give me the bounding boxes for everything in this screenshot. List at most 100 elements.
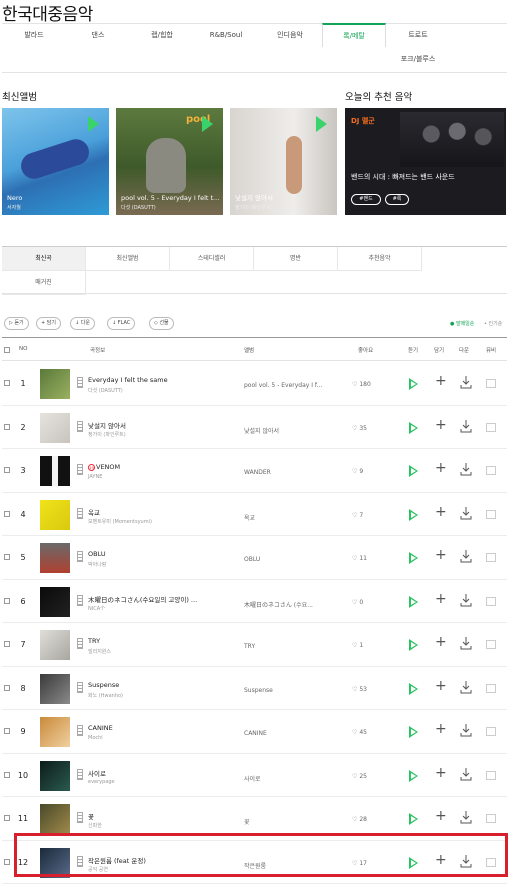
song-title[interactable]: 19VENOM	[88, 463, 120, 471]
album-card[interactable]: 낯설지 않아서 정가이 (파인루트)	[230, 108, 337, 215]
artist-name[interactable]: everypage	[88, 779, 115, 785]
song-info-icon[interactable]	[77, 464, 83, 475]
song-title[interactable]: 꽃	[88, 811, 94, 821]
row-checkbox[interactable]	[4, 728, 10, 734]
play-icon[interactable]	[409, 813, 418, 825]
flac-button[interactable]: ↓ FLAC	[107, 317, 135, 330]
gift-button[interactable]: ◇ 선물	[149, 317, 174, 330]
tag-band[interactable]: #밴드	[351, 194, 381, 205]
genre-tab-hiphop[interactable]: 랩/힙합	[130, 24, 194, 48]
mv-icon[interactable]	[486, 727, 496, 736]
album-card[interactable]: Nero 서자월	[2, 108, 109, 215]
like-button[interactable]: ♡ 9	[352, 468, 363, 475]
tab-latest-albums[interactable]: 최신앨범	[86, 247, 170, 271]
row-checkbox[interactable]	[4, 685, 10, 691]
play-icon[interactable]	[409, 683, 418, 695]
table-row[interactable]: 1Everyday I felt the same다섯 (DASUTT)pool…	[2, 362, 507, 406]
mv-icon[interactable]	[486, 510, 496, 519]
sort-by-popularity[interactable]: • 인기순	[484, 320, 502, 327]
recommend-card[interactable]: DJ 멜군 밴드의 시대 : 빠져드는 밴드 사운드 #밴드 #록	[345, 108, 506, 215]
add-icon[interactable]: +	[435, 505, 447, 519]
song-info-icon[interactable]	[77, 769, 83, 780]
song-title[interactable]: 木曜日のネコさん(수요일의 고양이) ...	[88, 594, 197, 604]
mv-icon[interactable]	[486, 423, 496, 432]
album-cover[interactable]	[40, 717, 70, 747]
tab-recommended[interactable]: 추천음악	[338, 247, 422, 271]
table-row[interactable]: 8Suspense화노 (Hwanho)Suspense♡ 53+	[2, 667, 507, 711]
tag-rock[interactable]: #록	[385, 194, 409, 205]
artist-name[interactable]: 모멘트유미 (Momentsyumi)	[88, 518, 152, 525]
download-icon[interactable]	[460, 767, 472, 781]
play-icon[interactable]	[409, 422, 418, 434]
download-icon[interactable]	[460, 549, 472, 563]
genre-tab-rnb[interactable]: R&B/Soul	[194, 24, 258, 48]
artist-name[interactable]: Mochi	[88, 735, 103, 741]
tab-latest-songs[interactable]: 최신곡	[2, 247, 86, 271]
table-row[interactable]: 5OBLU박아나랑OBLU♡ 11+	[2, 536, 507, 580]
download-icon[interactable]	[460, 593, 472, 607]
song-title[interactable]: CANINE	[88, 724, 113, 732]
mv-icon[interactable]	[486, 553, 496, 562]
song-info-icon[interactable]	[77, 377, 83, 388]
mv-icon[interactable]	[486, 466, 496, 475]
artist-name[interactable]: 박아나랑	[88, 561, 106, 568]
row-checkbox[interactable]	[4, 772, 10, 778]
song-info-icon[interactable]	[77, 508, 83, 519]
add-icon[interactable]: +	[435, 809, 447, 823]
artist-name[interactable]: 정가이 (파인루트)	[88, 431, 126, 438]
artist-name[interactable]: 화노 (Hwanho)	[88, 692, 123, 699]
table-row[interactable]: 10사이로everypage사이로♡ 25+	[2, 754, 507, 798]
table-row[interactable]: 7TRY빌리지원스TRY♡ 1+	[2, 623, 507, 667]
like-button[interactable]: ♡ 53	[352, 686, 367, 693]
row-checkbox[interactable]	[4, 815, 10, 821]
download-icon[interactable]	[460, 462, 472, 476]
album-cover[interactable]	[40, 500, 70, 530]
like-button[interactable]: ♡ 1	[352, 642, 363, 649]
row-checkbox[interactable]	[4, 859, 10, 865]
genre-tab-rock[interactable]: 록/메탈	[322, 23, 386, 47]
artist-name[interactable]: JAYNE	[88, 474, 102, 480]
download-icon[interactable]	[460, 810, 472, 824]
add-icon[interactable]: +	[435, 766, 447, 780]
mv-icon[interactable]	[486, 684, 496, 693]
song-info-icon[interactable]	[77, 812, 83, 823]
row-checkbox[interactable]	[4, 598, 10, 604]
song-title[interactable]: Suspense	[88, 681, 119, 689]
download-icon[interactable]	[460, 636, 472, 650]
sort-by-release[interactable]: ● 발매일순	[450, 320, 474, 327]
add-icon[interactable]: +	[435, 722, 447, 736]
play-icon[interactable]	[409, 378, 418, 390]
mv-icon[interactable]	[486, 597, 496, 606]
row-checkbox[interactable]	[4, 424, 10, 430]
add-icon[interactable]: +	[435, 548, 447, 562]
genre-tab-indie[interactable]: 인디음악	[258, 24, 322, 48]
artist-name[interactable]: 신파한	[88, 822, 102, 829]
row-checkbox[interactable]	[4, 554, 10, 560]
add-icon[interactable]: +	[435, 418, 447, 432]
play-icon[interactable]	[409, 509, 418, 521]
table-row[interactable]: 9CANINEMochiCANINE♡ 45+	[2, 710, 507, 754]
like-button[interactable]: ♡ 35	[352, 425, 367, 432]
add-button[interactable]: + 담기	[36, 317, 61, 330]
genre-tab-folk[interactable]: 포크/블루스	[386, 48, 450, 72]
album-cover[interactable]	[40, 456, 70, 486]
like-button[interactable]: ♡ 28	[352, 816, 367, 823]
mv-icon[interactable]	[486, 771, 496, 780]
song-title[interactable]: 낯설지 않아서	[88, 420, 126, 430]
download-icon[interactable]	[460, 375, 472, 389]
album-cover[interactable]	[40, 674, 70, 704]
album-name[interactable]: 낯설지 않아서	[244, 426, 279, 435]
song-title[interactable]: 옥교	[88, 507, 100, 517]
album-cover[interactable]	[40, 804, 70, 834]
play-icon[interactable]	[409, 465, 418, 477]
mv-icon[interactable]	[486, 640, 496, 649]
album-name[interactable]: 사이로	[244, 774, 261, 783]
album-name[interactable]: TRY	[244, 643, 255, 650]
song-info-icon[interactable]	[77, 551, 83, 562]
album-cover[interactable]	[40, 587, 70, 617]
album-name[interactable]: OBLU	[244, 556, 260, 563]
play-icon[interactable]	[409, 726, 418, 738]
tab-magazine[interactable]: 매거진	[2, 271, 86, 295]
album-name[interactable]: WANDER	[244, 469, 271, 476]
song-info-icon[interactable]	[77, 638, 83, 649]
